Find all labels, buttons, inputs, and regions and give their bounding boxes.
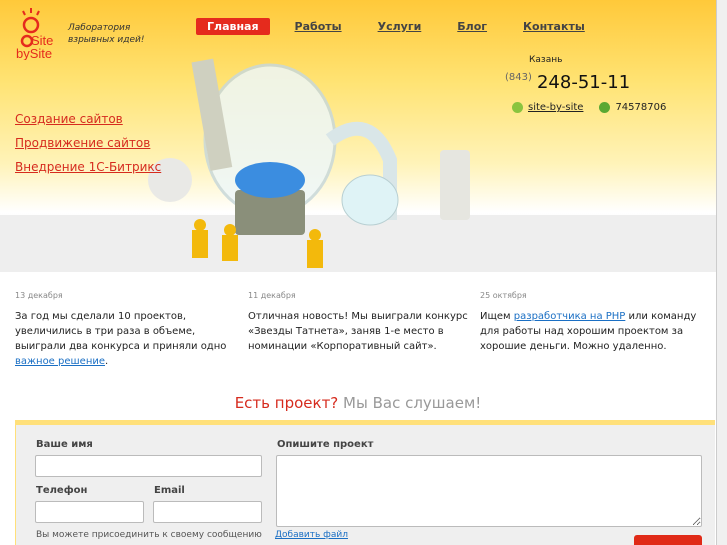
describe-label: Опишите проект bbox=[277, 439, 374, 450]
lab-illustration bbox=[148, 58, 470, 268]
phone-input[interactable] bbox=[35, 501, 144, 523]
hero-banner: Site bySite Лаборатория взрывных идей! Гл… bbox=[0, 0, 716, 272]
news-date: 25 октября bbox=[480, 291, 527, 300]
describe-textarea[interactable] bbox=[276, 455, 702, 527]
name-input[interactable] bbox=[35, 455, 262, 477]
logo[interactable]: Site bySite bbox=[13, 8, 65, 60]
news-link[interactable]: разработчика на PHP bbox=[514, 311, 626, 322]
cta-heading: Есть проект? Мы Вас слушаем! bbox=[0, 394, 716, 412]
email-label: Email bbox=[154, 485, 185, 496]
nav-home[interactable]: Главная bbox=[196, 18, 270, 35]
nav-blog[interactable]: Блог bbox=[446, 18, 498, 35]
tagline-line: взрывных идей! bbox=[68, 35, 145, 45]
project-form: Ваше имя Телефон Email Опишите проект Вы… bbox=[15, 420, 715, 545]
city: Казань bbox=[529, 55, 563, 65]
name-label: Ваше имя bbox=[36, 439, 93, 450]
scrollbar[interactable] bbox=[716, 0, 727, 545]
news-text: Отличная новость! Мы выиграли конкурс «З… bbox=[248, 311, 468, 352]
email-input[interactable] bbox=[153, 501, 262, 523]
cta-subtitle: Мы Вас слушаем! bbox=[338, 394, 482, 412]
nav-contacts[interactable]: Контакты bbox=[512, 18, 596, 35]
news-text: За год мы сделали 10 проектов, увеличили… bbox=[15, 311, 227, 352]
menu-promotion[interactable]: Продвижение сайтов bbox=[15, 131, 161, 155]
skype-link[interactable]: site-by-site bbox=[528, 102, 583, 113]
news-link[interactable]: важное решение bbox=[15, 356, 105, 367]
cta-question: Есть проект? bbox=[234, 394, 339, 412]
nav-services[interactable]: Услуги bbox=[367, 18, 433, 35]
news-date: 11 декабря bbox=[248, 291, 296, 300]
page: Site bySite Лаборатория взрывных идей! Гл… bbox=[0, 0, 716, 545]
menu-bitrix[interactable]: Внедрение 1С-Битрикс bbox=[15, 155, 161, 179]
news-item: 11 декабря Отличная новость! Мы выиграли… bbox=[248, 288, 473, 354]
services-menu: Создание сайтов Продвижение сайтов Внедр… bbox=[15, 107, 161, 179]
svg-text:bySite: bySite bbox=[16, 46, 52, 60]
submit-button[interactable] bbox=[634, 535, 702, 545]
attach-note: Вы можете присоединить к своему сообщени… bbox=[36, 530, 262, 540]
icq-icon bbox=[599, 102, 611, 113]
skype-icon bbox=[512, 102, 523, 113]
news-date: 13 декабря bbox=[15, 291, 63, 300]
menu-site-creation[interactable]: Создание сайтов bbox=[15, 107, 161, 131]
icq-number: 74578706 bbox=[615, 102, 667, 113]
news-item: 13 декабря За год мы сделали 10 проектов… bbox=[15, 288, 240, 369]
phone-label: Телефон bbox=[36, 485, 88, 496]
news-text: Ищем bbox=[480, 311, 514, 322]
news-item: 25 октября Ищем разработчика на PHP или … bbox=[480, 288, 712, 354]
add-file-link[interactable]: Добавить файл bbox=[275, 530, 348, 541]
phone-number: 248-51-11 bbox=[536, 72, 631, 93]
news-text-end: . bbox=[105, 356, 109, 367]
main-nav: Главная Работы Услуги Блог Контакты bbox=[196, 18, 610, 35]
tagline: Лаборатория взрывных идей! bbox=[68, 22, 144, 46]
tagline-line: Лаборатория bbox=[68, 23, 131, 33]
nav-works[interactable]: Работы bbox=[284, 18, 353, 35]
phone: (843) 248-51-11 bbox=[505, 72, 630, 93]
phone-code: (843) bbox=[505, 72, 532, 83]
messengers: site-by-site 74578706 bbox=[512, 102, 666, 113]
